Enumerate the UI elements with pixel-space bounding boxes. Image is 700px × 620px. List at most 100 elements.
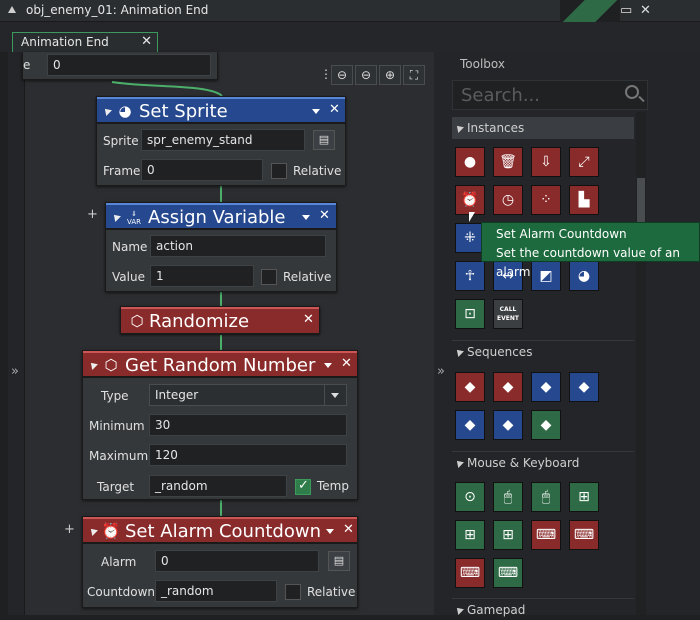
sprite-picker-icon[interactable]: ▤ [313, 130, 335, 150]
partial-field[interactable]: 0 [47, 54, 211, 76]
alarm-field[interactable]: 0 [155, 550, 319, 572]
expand-left-icon[interactable]: » [11, 364, 19, 379]
sequence-length-icon[interactable]: ◆ [493, 410, 523, 440]
toolbox-search-input[interactable]: Search... [452, 80, 648, 110]
sprite-field[interactable]: spr_enemy_stand [141, 129, 305, 151]
get-random-number-block[interactable]: ⬡ Get Random Number ✕ Type Integer Minim… [82, 350, 358, 500]
alarm-picker-icon[interactable]: ▤ [328, 551, 350, 571]
randomize-header[interactable]: ⬡ Randomize ✕ [121, 307, 319, 335]
relative-checkbox[interactable] [271, 163, 287, 179]
block-title: Get Random Number [125, 355, 316, 376]
temp-checkbox[interactable] [295, 478, 311, 495]
collapse-arrow-icon[interactable] [102, 106, 112, 116]
chevron-down-icon[interactable] [326, 529, 334, 534]
instance-exists-icon[interactable]: ▙ [569, 185, 599, 215]
close-icon[interactable]: ✕ [341, 356, 352, 371]
assign-variable-header[interactable]: ⇓ VAR Assign Variable ✕ [106, 203, 336, 230]
chevron-down-icon[interactable] [302, 215, 310, 220]
collapse-toolbox-icon[interactable]: » [437, 364, 445, 379]
tab-animation-end[interactable]: Animation End ✕ [12, 32, 158, 52]
restore-button[interactable]: ▭ [620, 3, 632, 18]
tab-close-icon[interactable]: ✕ [141, 34, 152, 49]
sequence-search-icon[interactable]: ◆ [569, 372, 599, 402]
connector [220, 292, 222, 306]
chevron-down-icon[interactable] [312, 109, 320, 114]
left-collapse-strip[interactable]: » [8, 52, 24, 615]
instance-down-icon[interactable]: ⇩ [531, 147, 561, 177]
sequence-play-icon[interactable]: ◆ [531, 372, 561, 402]
section-gamepad[interactable]: Gamepad [452, 598, 634, 620]
alarm-label: Alarm [101, 555, 137, 569]
zoom-out-icon[interactable]: ⊖ [331, 65, 353, 85]
sequence-speed-icon[interactable]: ◆ [455, 410, 485, 440]
instance-run-icon[interactable]: ☥ [455, 261, 485, 291]
window-menu-icon[interactable] [8, 6, 16, 13]
instance-count-icon[interactable]: ⁘ [531, 185, 561, 215]
close-icon[interactable]: ✕ [329, 102, 340, 117]
chevron-down-icon[interactable] [324, 385, 346, 405]
tooltip-description: Set the countdown value of an alarm [496, 246, 681, 279]
section-sequences[interactable]: Sequences [452, 340, 634, 362]
mouse-pressed-icon[interactable]: 🖱 [493, 482, 523, 512]
sprite-label: Sprite [103, 134, 139, 148]
zoom-in-icon[interactable]: ⊕ [379, 65, 401, 85]
value-field[interactable]: 1 [150, 265, 254, 287]
section-mouse-keyboard[interactable]: Mouse & Keyboard [452, 451, 634, 473]
search-icon[interactable] [625, 85, 639, 99]
keyboard-lastkey-icon[interactable]: ⌨ [569, 520, 599, 550]
set-alarm-countdown-header[interactable]: ⏰ Set Alarm Countdown ✕ [83, 517, 357, 544]
keyboard-string-icon[interactable]: ⌨ [531, 520, 561, 550]
mouse-released-icon[interactable]: 🖱 [531, 482, 561, 512]
target-field[interactable]: _random [149, 475, 287, 497]
sequence-destroy-icon[interactable]: ◆ [493, 372, 523, 402]
collapse-arrow-icon[interactable] [88, 360, 98, 370]
randomize-block[interactable]: ⬡ Randomize ✕ [120, 306, 320, 335]
call-event-icon[interactable]: CALL EVENT [493, 299, 523, 329]
sequence-check-icon[interactable]: ◆ [531, 410, 561, 440]
name-field[interactable]: action [150, 235, 326, 257]
set-sprite-block[interactable]: ◕ Set Sprite ✕ Sprite spr_enemy_stand ▤ … [96, 96, 346, 186]
chevron-down-icon[interactable] [324, 363, 332, 368]
zoom-reset-icon[interactable]: ⊖ [355, 65, 377, 85]
close-window-button[interactable]: ✕ [640, 3, 651, 18]
section-instances[interactable]: Instances [452, 117, 634, 139]
set-alarm-icon[interactable]: ⏰ [455, 185, 485, 215]
key-released-icon[interactable]: ⊞ [493, 520, 523, 550]
alarm-get-icon[interactable]: ◷ [493, 185, 523, 215]
minimum-field[interactable]: 30 [149, 414, 347, 436]
keyboard-clear-icon[interactable]: ⌨ [455, 558, 485, 588]
collapse-arrow-icon[interactable] [111, 212, 121, 222]
fit-view-icon[interactable]: ⛶ [403, 65, 425, 85]
keyboard-grid-icon[interactable]: ⊞ [569, 482, 599, 512]
maximum-field[interactable]: 120 [149, 444, 347, 466]
key-pressed-icon[interactable]: ⊞ [455, 520, 485, 550]
sequence-create-icon[interactable]: ◆ [455, 372, 485, 402]
close-icon[interactable]: ✕ [319, 208, 330, 223]
relative-checkbox[interactable] [285, 584, 301, 600]
frame-field[interactable]: 0 [141, 159, 263, 181]
mouse-button-icon[interactable]: ⊙ [455, 482, 485, 512]
assign-variable-block[interactable]: ⇓ VAR Assign Variable ✕ Name action Value… [105, 202, 337, 292]
keyboard-check-icon[interactable]: ⌨ [493, 558, 523, 588]
destroy-instance-icon[interactable]: 🗑 [493, 147, 523, 177]
panel-splitter[interactable]: » [434, 52, 450, 615]
relative-checkbox[interactable] [261, 269, 277, 285]
type-select[interactable]: Integer [149, 384, 347, 406]
instance-select-icon[interactable]: ⊡ [455, 299, 485, 329]
set-alarm-countdown-block[interactable]: ⏰ Set Alarm Countdown ✕ Alarm 0 ▤ Countd… [82, 516, 358, 608]
expand-plus-icon[interactable]: + [87, 207, 98, 222]
countdown-field[interactable]: _random [155, 580, 277, 602]
expand-plus-icon[interactable]: + [64, 522, 75, 537]
close-icon[interactable]: ✕ [343, 522, 354, 537]
get-random-number-header[interactable]: ⬡ Get Random Number ✕ [83, 351, 357, 378]
tooltip-title: Set Alarm Countdown [496, 227, 627, 241]
toolbox-scrollbar[interactable] [636, 112, 646, 615]
collapse-arrow-icon[interactable] [88, 526, 98, 536]
temp-label: Temp [317, 479, 349, 493]
partial-label: e [23, 58, 31, 72]
create-instance-icon[interactable]: ● [455, 147, 485, 177]
connector [220, 500, 222, 516]
close-icon[interactable]: ✕ [303, 312, 314, 327]
instance-link-icon[interactable]: ⤢ [569, 147, 599, 177]
set-sprite-header[interactable]: ◕ Set Sprite ✕ [97, 97, 345, 124]
